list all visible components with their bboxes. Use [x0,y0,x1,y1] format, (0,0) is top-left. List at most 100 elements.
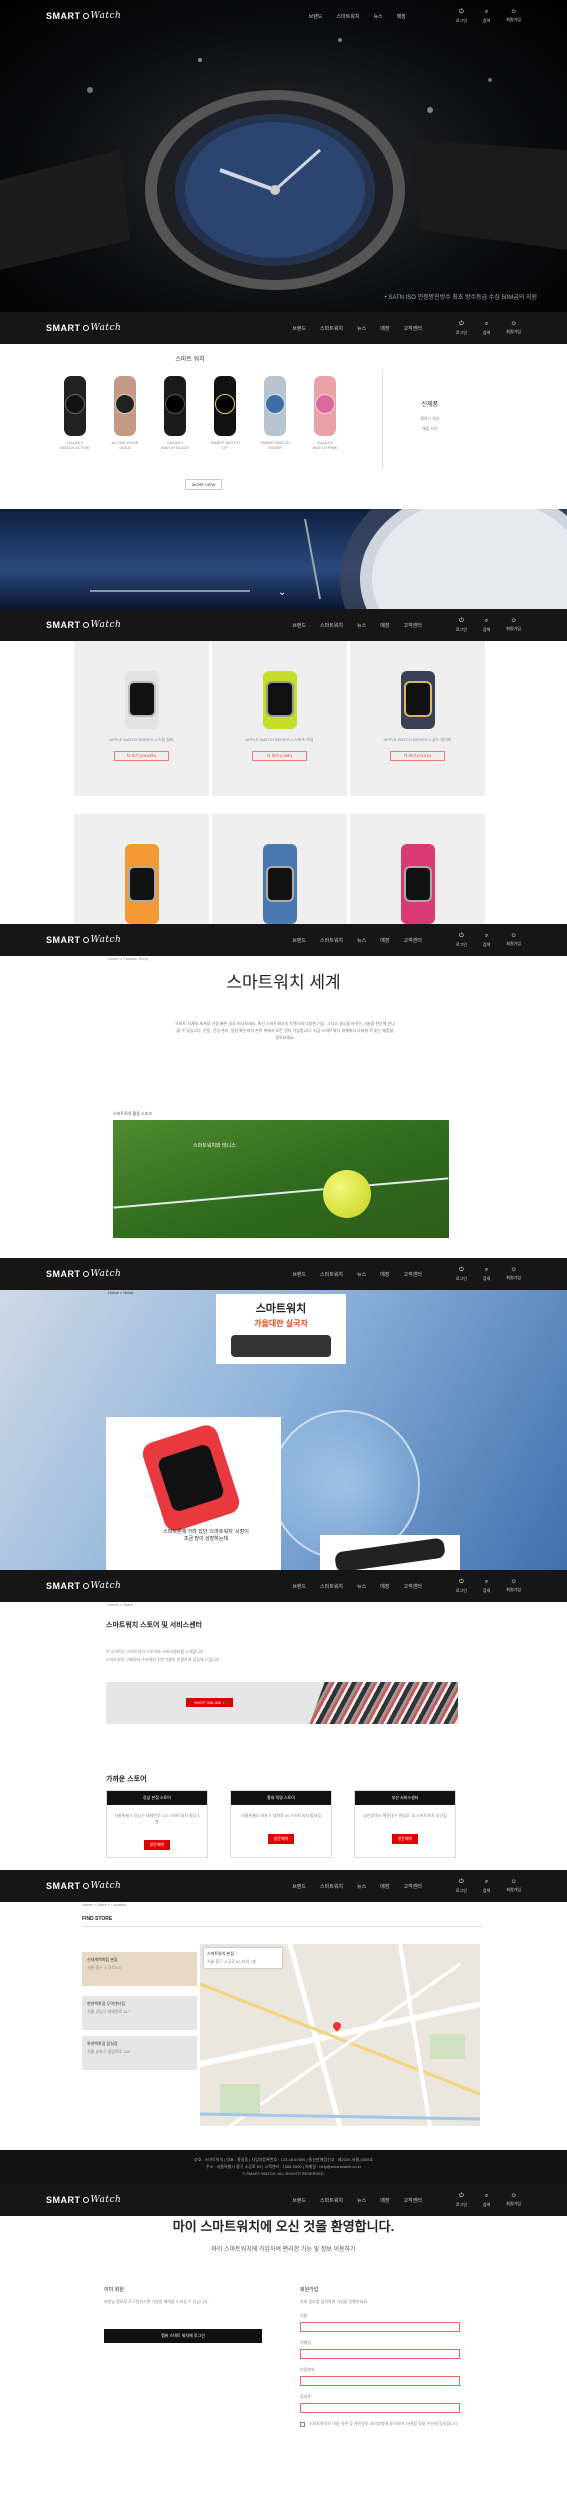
store-location-item[interactable]: 신세계백화점 본점 서울 중구 소공로 63 [82,1952,197,1986]
search-button[interactable]: ⌕ 검색 [483,1879,490,1894]
logo[interactable]: SMART Watch [46,1581,121,1591]
promo-watch-card[interactable]: 스마트폰에 가려 있던 '스마트워치' 시장이 조금 많이 성장하는데 [106,1417,281,1570]
product-card[interactable]: GALAXY WATCH PINK [310,376,340,450]
join-button[interactable]: ☺ 회원가입 [506,933,521,948]
logo[interactable]: SMART Watch [46,935,121,945]
nav-item-brand[interactable]: 브랜드 [292,937,306,944]
product-tile[interactable]: APPLE WATCH SERIES 3 스틸 실버 더 보기 (SILVER) [74,641,209,796]
store-location-item[interactable]: 현대백화점 무역센터점 서울 강남구 테헤란로 517 [82,1996,197,2030]
nav-item-news[interactable]: 뉴스 [357,937,366,944]
nav-item-support[interactable]: 고객센터 [403,1583,421,1590]
logo[interactable]: SMART Watch [46,1881,121,1891]
nav-item-news[interactable]: 뉴스 [357,622,366,629]
nav-item-support[interactable]: 고객센터 [403,622,421,629]
nav-item-store[interactable]: 매장 [380,1271,389,1278]
search-button[interactable]: ⌕ 검색 [483,618,490,633]
product-tile[interactable] [74,814,209,924]
nav-item-store[interactable]: 매장 [380,325,389,332]
nav-item-news[interactable]: 뉴스 [357,1583,366,1590]
nav-item-brand[interactable]: 브랜드 [292,622,306,629]
nav-item-smartwatch[interactable]: 스마트워치 [320,622,343,629]
logo[interactable]: SMART Watch [46,2195,121,2205]
join-button[interactable]: ☺ 회원가입 [506,1879,521,1894]
nav-item-support[interactable]: 고객센터 [403,325,421,332]
login-button[interactable]: ⏻ 로그인 [456,618,467,633]
login-button[interactable]: ⏻ 로그인 [456,1579,467,1594]
join-button[interactable]: ☺ 회원가입 [506,2193,521,2208]
nav-item-store[interactable]: 매장 [380,937,389,944]
nav-item-brand[interactable]: 브랜드 [292,1271,306,1278]
product-tile[interactable]: APPLE WATCH SERIES 3 골드 네이비 더 보기 (GOLD) [350,641,485,796]
product-card[interactable]: GALAXY WATCH ACTIVE [60,376,90,450]
nav-item-brand[interactable]: 브랜드 [292,1883,306,1890]
logo[interactable]: SMART Watch [46,620,121,630]
nav-item-brand[interactable]: 브랜드 [292,1583,306,1590]
nav-item-smartwatch[interactable]: 스마트워치 [320,937,343,944]
nav-item-support[interactable]: 고객센터 [403,2197,421,2204]
nav-item-smartwatch[interactable]: 스마트워치 [320,1271,343,1278]
search-button[interactable]: ⌕ 검색 [483,321,490,336]
login-button[interactable]: ⏻ 로그인 [456,1879,467,1894]
logo[interactable]: SMART Watch [46,1269,121,1279]
product-more-button[interactable]: 더 보기 (GOLD) [390,751,445,761]
nav-item-smartwatch[interactable]: 스마트워치 [320,2197,343,2204]
nav-item-store[interactable]: 매장 [380,622,389,629]
nav-item-store[interactable]: 매장 [380,2197,389,2204]
join-button[interactable]: ☺ 회원가입 [506,1267,521,1282]
password-field[interactable] [300,2376,460,2386]
product-card[interactable]: SMART WATCH SILVER [260,376,290,450]
product-card[interactable]: SMART WATCH 10+ [210,376,240,450]
logo[interactable]: SMART Watch [46,323,121,333]
nav-item-smartwatch[interactable]: 스마트워치 [320,1583,343,1590]
chevron-down-icon[interactable]: ⌄ [278,587,286,598]
name-field[interactable] [300,2322,460,2332]
member-login-button[interactable]: 멤버 스마트 워치에 로그인 [104,2329,262,2343]
store-visit-button[interactable]: 방문예약 [267,1834,295,1844]
login-button[interactable]: ⏻ 로그인 [456,2193,467,2208]
store-map[interactable]: 스마트워치 본점 서울 중구 소공로 63 지하 1층 [200,1944,480,2126]
store-location-item[interactable]: 롯데백화점 잠실점 서울 송파구 올림픽로 240 [82,2036,197,2070]
join-button[interactable]: ☺ 회원가입 [506,618,521,633]
promo-ad-card[interactable]: 스마트워치 가을대란 실국자 [216,1294,346,1364]
join-button[interactable]: ☺ 회원가입 [506,1579,521,1594]
search-button[interactable]: ⌕ 검색 [483,933,490,948]
store-visit-button[interactable]: 방문예약 [143,1840,171,1850]
nav-item-smartwatch[interactable]: 스마트워치 [320,325,343,332]
nav-item-news[interactable]: 뉴스 [357,325,366,332]
nav-item-store[interactable]: 매장 [380,1883,389,1890]
product-card[interactable]: ACTIVE ROSE GOLD [110,376,140,450]
nav-item-news[interactable]: 뉴스 [357,2197,366,2204]
nav-item-support[interactable]: 고객센터 [403,937,421,944]
login-button[interactable]: ⏻ 로그인 [456,933,467,948]
join-button[interactable]: ☺ 회원가입 [506,321,521,336]
search-button[interactable]: ⌕ 검색 [483,2193,490,2208]
product-tile[interactable]: APPLE WATCH SERIES 3 스포츠 라임 더 보기 (LIME) [212,641,347,796]
welcome-title: 마이 스마트워치에 오신 것을 환영합니다. [172,2219,395,2234]
product-more-button[interactable]: 더 보기 (SILVER) [114,751,169,761]
more-view-button[interactable]: MORE VIEW [185,479,223,490]
store-visit-button[interactable]: 방문예약 [391,1834,419,1844]
product-tile[interactable] [212,814,347,924]
agree-checkbox[interactable] [300,2422,305,2427]
side-link-apple[interactable]: 애플 워치 [420,426,440,432]
nav-item-support[interactable]: 고객센터 [403,1883,421,1890]
product-tile[interactable] [350,814,485,924]
side-link-galaxy[interactable]: 갤럭시 워치 [420,416,440,422]
search-button[interactable]: ⌕ 검색 [483,1579,490,1594]
nav-item-brand[interactable]: 브랜드 [292,2197,306,2204]
product-card[interactable]: GALAXY WATCH BLACK [160,376,190,450]
email-field[interactable] [300,2349,460,2359]
nav-item-support[interactable]: 고객센터 [403,1271,421,1278]
product-more-button[interactable]: 더 보기 (LIME) [252,751,307,761]
nav-item-news[interactable]: 뉴스 [357,1883,366,1890]
search-button[interactable]: ⌕ 검색 [483,1267,490,1282]
shop-online-button[interactable]: SHOP ONLINE > [186,1698,233,1707]
phone-field[interactable] [300,2403,460,2413]
shop-banner: SHOP ONLINE > [106,1682,458,1724]
login-button[interactable]: ⏻ 로그인 [456,1267,467,1282]
nav-item-news[interactable]: 뉴스 [357,1271,366,1278]
nav-item-brand[interactable]: 브랜드 [292,325,306,332]
nav-item-smartwatch[interactable]: 스마트워치 [320,1883,343,1890]
nav-item-store[interactable]: 매장 [380,1583,389,1590]
login-button[interactable]: ⏻ 로그인 [456,321,467,336]
